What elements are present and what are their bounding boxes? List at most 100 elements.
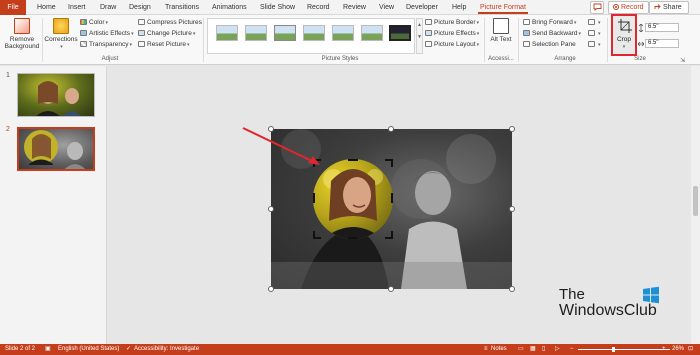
notes-button[interactable]: Notes bbox=[491, 344, 507, 355]
spelling-check-icon[interactable]: ▣ bbox=[45, 344, 51, 355]
reading-view-icon[interactable]: ▯ bbox=[542, 344, 545, 355]
crop-handle-right[interactable] bbox=[391, 193, 393, 203]
tab-help[interactable]: Help bbox=[450, 2, 468, 14]
slide-thumbnail-2[interactable] bbox=[17, 127, 95, 171]
size-dialog-launcher[interactable]: ⇲ bbox=[680, 57, 685, 64]
picture-style-1[interactable] bbox=[216, 25, 238, 41]
share-button[interactable]: Share bbox=[649, 1, 689, 14]
picture-styles-gallery[interactable] bbox=[207, 18, 415, 54]
picture-style-2[interactable] bbox=[245, 25, 267, 41]
tab-animations[interactable]: Animations bbox=[210, 2, 249, 14]
tab-record[interactable]: Record bbox=[305, 2, 332, 14]
corrections-label: Corrections bbox=[44, 36, 78, 43]
zoom-slider[interactable] bbox=[578, 349, 670, 350]
resize-handle-n[interactable] bbox=[388, 126, 394, 132]
slideshow-icon[interactable]: ▷ bbox=[555, 344, 560, 355]
tab-developer[interactable]: Developer bbox=[404, 2, 440, 14]
tab-file[interactable]: File bbox=[0, 0, 26, 15]
more-styles-icon[interactable]: ▼ bbox=[417, 34, 422, 40]
zoom-slider-thumb[interactable] bbox=[612, 347, 615, 352]
alt-text-button[interactable]: Alt Text bbox=[488, 18, 514, 43]
zoom-level[interactable]: 26% bbox=[672, 344, 684, 355]
language-status[interactable]: English (United States) bbox=[58, 344, 119, 355]
share-label: Share bbox=[663, 4, 682, 11]
tab-picture-format[interactable]: Picture Format bbox=[478, 2, 528, 14]
height-input[interactable]: 6.5" bbox=[645, 23, 679, 32]
bring-forward-button[interactable]: Bring Forward▾ bbox=[523, 19, 576, 27]
remove-background-label: Remove Background bbox=[4, 36, 40, 50]
crop-handle-bottom-right[interactable] bbox=[385, 231, 393, 239]
resize-handle-sw[interactable] bbox=[268, 286, 274, 292]
vertical-scrollbar[interactable] bbox=[691, 66, 700, 344]
tab-home[interactable]: Home bbox=[35, 2, 58, 14]
crop-button[interactable]: Crop ▾ bbox=[611, 14, 637, 56]
watermark-line1: The bbox=[559, 286, 585, 303]
tab-transitions[interactable]: Transitions bbox=[163, 2, 201, 14]
reset-picture-button[interactable]: Reset Picture▾ bbox=[138, 41, 190, 49]
crop-handle-bottom[interactable] bbox=[348, 237, 358, 239]
selection-pane-button[interactable]: Selection Pane bbox=[523, 41, 576, 49]
tab-view[interactable]: View bbox=[377, 2, 396, 14]
picture-border-label: Picture Border bbox=[434, 19, 476, 26]
zoom-out-icon[interactable]: − bbox=[570, 344, 574, 355]
crop-handle-top[interactable] bbox=[348, 159, 358, 161]
fit-slide-icon[interactable]: ⊡ bbox=[688, 344, 693, 355]
crop-handle-bottom-left[interactable] bbox=[313, 231, 321, 239]
gallery-scroll[interactable]: ▲ ▼ bbox=[416, 18, 423, 54]
crop-handle-top-right[interactable] bbox=[385, 159, 393, 167]
compress-pictures-button[interactable]: Compress Pictures bbox=[138, 19, 202, 27]
alt-text-icon bbox=[493, 18, 509, 34]
picture-style-4[interactable] bbox=[303, 25, 325, 41]
resize-handle-e[interactable] bbox=[509, 206, 515, 212]
chevron-up-icon[interactable]: ▲ bbox=[417, 22, 422, 28]
group-button[interactable]: ▾ bbox=[588, 30, 601, 38]
picture-style-6[interactable] bbox=[361, 25, 383, 41]
picture-style-7[interactable] bbox=[389, 25, 411, 41]
picture-effects-button[interactable]: Picture Effects▾ bbox=[425, 30, 479, 38]
zoom-in-icon[interactable]: + bbox=[662, 344, 666, 355]
resize-handle-ne[interactable] bbox=[509, 126, 515, 132]
slide-2-photo bbox=[24, 130, 86, 169]
comments-button[interactable] bbox=[590, 1, 604, 14]
color-button[interactable]: Color▾ bbox=[80, 19, 108, 27]
compress-pictures-label: Compress Pictures bbox=[147, 19, 202, 26]
red-arrow-annotation bbox=[242, 127, 320, 165]
windows-logo-icon bbox=[643, 286, 659, 304]
size-group-label: Size bbox=[634, 56, 646, 62]
width-input[interactable]: 6.5" bbox=[645, 39, 679, 48]
picture-style-3[interactable] bbox=[274, 25, 296, 41]
slide-thumbnail-1[interactable] bbox=[17, 73, 95, 117]
align-button[interactable]: ▾ bbox=[588, 19, 601, 27]
ribbon: Remove Background Corrections ▾ Color▾ Ar… bbox=[0, 15, 700, 65]
normal-view-icon[interactable]: ▭ bbox=[518, 344, 524, 355]
remove-background-button[interactable]: Remove Background bbox=[3, 18, 41, 50]
transparency-button[interactable]: Transparency▾ bbox=[80, 41, 132, 49]
slide-thumbnails-pane: 1 2 bbox=[0, 66, 107, 344]
tab-design[interactable]: Design bbox=[127, 2, 153, 14]
tab-review[interactable]: Review bbox=[341, 2, 368, 14]
color-icon bbox=[80, 19, 87, 25]
resize-handle-se[interactable] bbox=[509, 286, 515, 292]
reset-picture-label: Reset Picture bbox=[147, 41, 187, 48]
send-backward-button[interactable]: Send Backward▾ bbox=[523, 30, 581, 38]
tab-draw[interactable]: Draw bbox=[98, 2, 118, 14]
accessibility-status[interactable]: Accessibility: Investigate bbox=[134, 344, 199, 355]
resize-handle-w[interactable] bbox=[268, 206, 274, 212]
notes-icon: ≡ bbox=[484, 346, 488, 352]
resize-handle-s[interactable] bbox=[388, 286, 394, 292]
picture-border-button[interactable]: Picture Border▾ bbox=[425, 19, 479, 27]
crop-handle-left[interactable] bbox=[313, 193, 315, 203]
record-button[interactable]: Record bbox=[608, 1, 649, 14]
chevron-down-icon: ▾ bbox=[622, 44, 626, 50]
change-picture-button[interactable]: Change Picture▾ bbox=[138, 30, 195, 38]
ribbon-tab-bar: File Home Insert Draw Design Transitions… bbox=[0, 0, 700, 15]
rotate-button[interactable]: ▾ bbox=[588, 41, 601, 49]
tab-slide-show[interactable]: Slide Show bbox=[258, 2, 297, 14]
slide-sorter-icon[interactable]: ▦ bbox=[530, 344, 536, 355]
artistic-effects-button[interactable]: Artistic Effects▾ bbox=[80, 30, 134, 38]
scrollbar-thumb[interactable] bbox=[693, 186, 698, 216]
picture-style-5[interactable] bbox=[332, 25, 354, 41]
corrections-button[interactable]: Corrections ▾ bbox=[44, 18, 78, 51]
picture-layout-button[interactable]: Picture Layout▾ bbox=[425, 41, 479, 49]
tab-insert[interactable]: Insert bbox=[66, 2, 88, 14]
